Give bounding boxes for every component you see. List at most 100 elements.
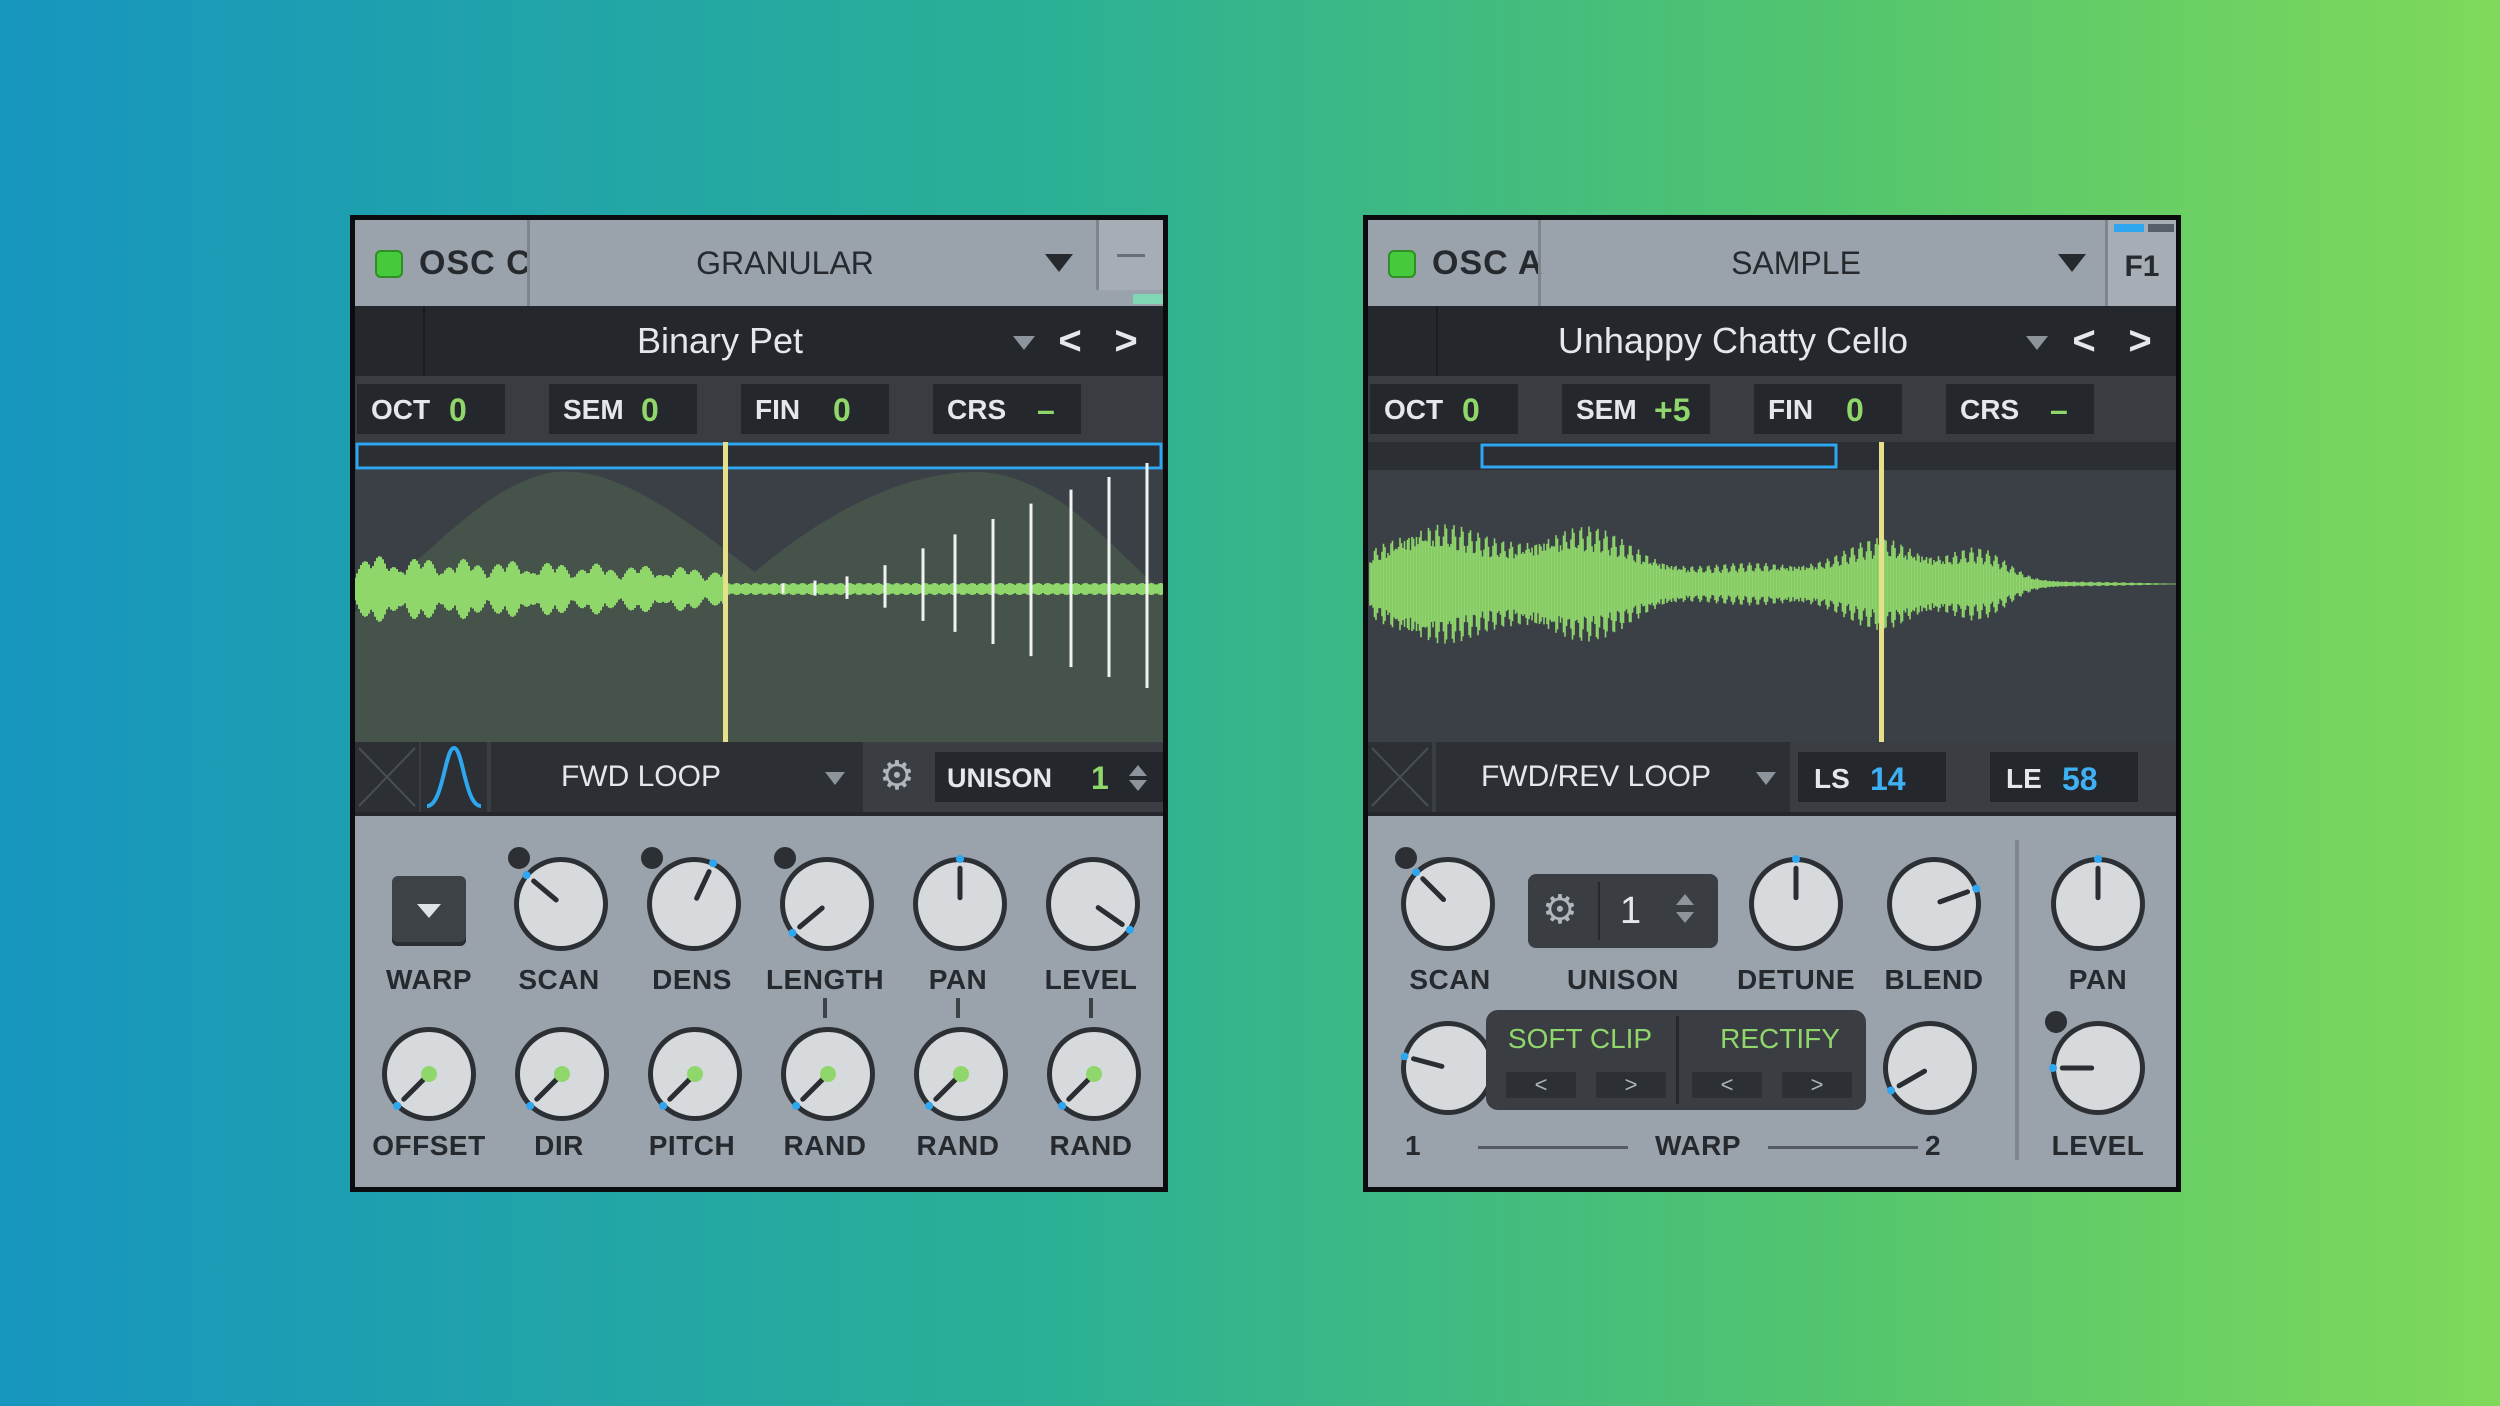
ls-label: LS <box>1814 763 1850 794</box>
sem-value: +5 <box>1654 392 1691 428</box>
sem-label: SEM <box>563 394 624 425</box>
preset-menu-area[interactable] <box>1368 306 1438 376</box>
mod-target-icon[interactable] <box>505 844 533 872</box>
fin-field[interactable]: FIN 0 <box>1754 384 1902 434</box>
f1-button[interactable]: F1 <box>2105 220 2176 306</box>
preset-next-button[interactable]: > <box>1106 306 1146 376</box>
rand-knob[interactable] <box>778 1024 878 1129</box>
osc-c-preset-bar: Binary Pet < > <box>355 306 1163 376</box>
dir-knob[interactable] <box>512 1024 612 1129</box>
mod-target-icon[interactable] <box>1392 844 1420 872</box>
warp2-next-button[interactable]: > <box>1782 1072 1852 1098</box>
osc-c-preset-name[interactable]: Binary Pet <box>430 306 1010 376</box>
warp-line <box>1478 1146 1628 1149</box>
chevron-down-icon[interactable] <box>2058 254 2086 272</box>
sem-field[interactable]: SEM 0 <box>549 384 697 434</box>
crs-label: CRS <box>947 394 1007 425</box>
soft-clip-mode[interactable]: SOFT CLIP <box>1500 1010 1660 1068</box>
unison-field[interactable]: UNISON 1 <box>935 752 1163 802</box>
osc-a-preset-name[interactable]: Unhappy Chatty Cello <box>1443 306 2023 376</box>
chevron-down-icon[interactable] <box>1013 336 1035 350</box>
pan-label: PAN <box>2068 964 2128 995</box>
pitch-label: PITCH <box>648 1130 736 1161</box>
warp-menu-button[interactable] <box>392 876 466 946</box>
loop-mode-dropdown[interactable]: FWD/REV LOOP <box>1436 742 1790 812</box>
section-divider <box>2015 840 2019 1160</box>
cross-icon[interactable] <box>355 742 419 812</box>
loop-start-field[interactable]: LS 14 <box>1798 752 1946 802</box>
crs-field[interactable]: CRS – <box>933 384 1081 434</box>
osc-c-waveform-display[interactable] <box>355 442 1163 742</box>
osc-c-pitch-row: OCT 0 SEM 0 FIN 0 CRS – <box>355 376 1163 442</box>
sem-value: 0 <box>641 392 659 428</box>
dir-label: DIR <box>534 1130 584 1161</box>
chevron-down-icon[interactable] <box>2026 336 2048 350</box>
osc-c-power-toggle[interactable] <box>375 250 403 278</box>
osc-c-minimize-button[interactable] <box>1096 220 1163 290</box>
osc-a-header: OSC A SAMPLE F1 <box>1368 220 2176 306</box>
osc-a-panel: OSC A SAMPLE F1 Unhappy Chatty Cello < >… <box>1363 215 2181 1192</box>
playhead[interactable] <box>1879 442 1884 742</box>
rand-knob[interactable] <box>1044 1024 1144 1129</box>
window-shape-icon[interactable] <box>421 742 487 812</box>
preset-menu-area[interactable] <box>355 306 425 376</box>
osc-a-title: OSC A <box>1432 244 1544 282</box>
preset-next-button[interactable]: > <box>2120 306 2160 376</box>
warp1-next-button[interactable]: > <box>1596 1072 1666 1098</box>
preset-prev-button[interactable]: < <box>2064 306 2104 376</box>
oct-value: 0 <box>1462 392 1480 428</box>
detune-knob[interactable] <box>1746 854 1846 959</box>
sem-field[interactable]: SEM +5 <box>1562 384 1710 434</box>
oct-label: OCT <box>1384 394 1444 425</box>
gear-icon[interactable]: ⚙ <box>879 756 915 796</box>
unison-value: 1 <box>1091 760 1109 796</box>
oct-field[interactable]: OCT 0 <box>357 384 505 434</box>
mod-target-icon[interactable] <box>771 844 799 872</box>
playhead[interactable] <box>723 442 728 742</box>
chevron-down-icon[interactable] <box>1045 254 1073 272</box>
blend-knob[interactable] <box>1884 854 1984 959</box>
gear-icon[interactable]: ⚙ <box>1542 890 1578 930</box>
osc-a-type-selector[interactable]: SAMPLE <box>1546 220 2046 306</box>
unison-stepper[interactable]: ⚙ 1 <box>1528 874 1718 948</box>
chevron-down-icon <box>417 904 441 918</box>
loop-mode-dropdown[interactable]: FWD LOOP <box>491 742 863 812</box>
pan-label: PAN <box>928 964 988 995</box>
scan-label: SCAN <box>518 964 600 995</box>
osc-c-type-selector[interactable]: GRANULAR <box>535 220 1035 306</box>
pan-knob[interactable] <box>910 854 1010 959</box>
offset-label: OFFSET <box>372 1130 486 1161</box>
warp-label: WARP <box>1655 1130 1741 1161</box>
rand-knob[interactable] <box>911 1024 1011 1129</box>
warp2-knob[interactable] <box>1880 1018 1980 1123</box>
arrow-down-icon[interactable] <box>1676 912 1694 923</box>
warp1-prev-button[interactable]: < <box>1506 1072 1576 1098</box>
arrow-up-icon[interactable] <box>1676 894 1694 905</box>
pan-knob[interactable] <box>2048 854 2148 959</box>
preset-prev-button[interactable]: < <box>1050 306 1090 376</box>
oct-field[interactable]: OCT 0 <box>1370 384 1518 434</box>
cross-icon[interactable] <box>1368 742 1432 812</box>
warp1-knob[interactable] <box>1398 1018 1498 1123</box>
crs-label: CRS <box>1960 394 2020 425</box>
arrow-up-icon[interactable] <box>1129 765 1147 776</box>
pitch-knob[interactable] <box>645 1024 745 1129</box>
loop-end-field[interactable]: LE 58 <box>1990 752 2138 802</box>
rectify-mode[interactable]: RECTIFY <box>1700 1010 1860 1068</box>
arrow-down-icon[interactable] <box>1129 780 1147 791</box>
offset-knob[interactable] <box>379 1024 479 1129</box>
osc-a-power-toggle[interactable] <box>1388 250 1416 278</box>
osc-c-controls: WARP SCAN DENS LENGTH PAN LEVEL OFFSET D… <box>355 812 1163 1187</box>
blend-label: BLEND <box>1884 964 1984 995</box>
fin-field[interactable]: FIN 0 <box>741 384 889 434</box>
osc-a-waveform-display[interactable] <box>1368 442 2176 742</box>
osc-c-header: OSC C GRANULAR <box>355 220 1163 306</box>
warp2-prev-button[interactable]: < <box>1692 1072 1762 1098</box>
fin-value: 0 <box>1846 392 1864 428</box>
divider <box>1676 1016 1679 1104</box>
mod-target-icon[interactable] <box>638 844 666 872</box>
mod-target-icon[interactable] <box>2042 1008 2070 1036</box>
level-knob[interactable] <box>1043 854 1143 959</box>
loop-mode-label: FWD/REV LOOP <box>1480 760 1712 793</box>
crs-field[interactable]: CRS – <box>1946 384 2094 434</box>
